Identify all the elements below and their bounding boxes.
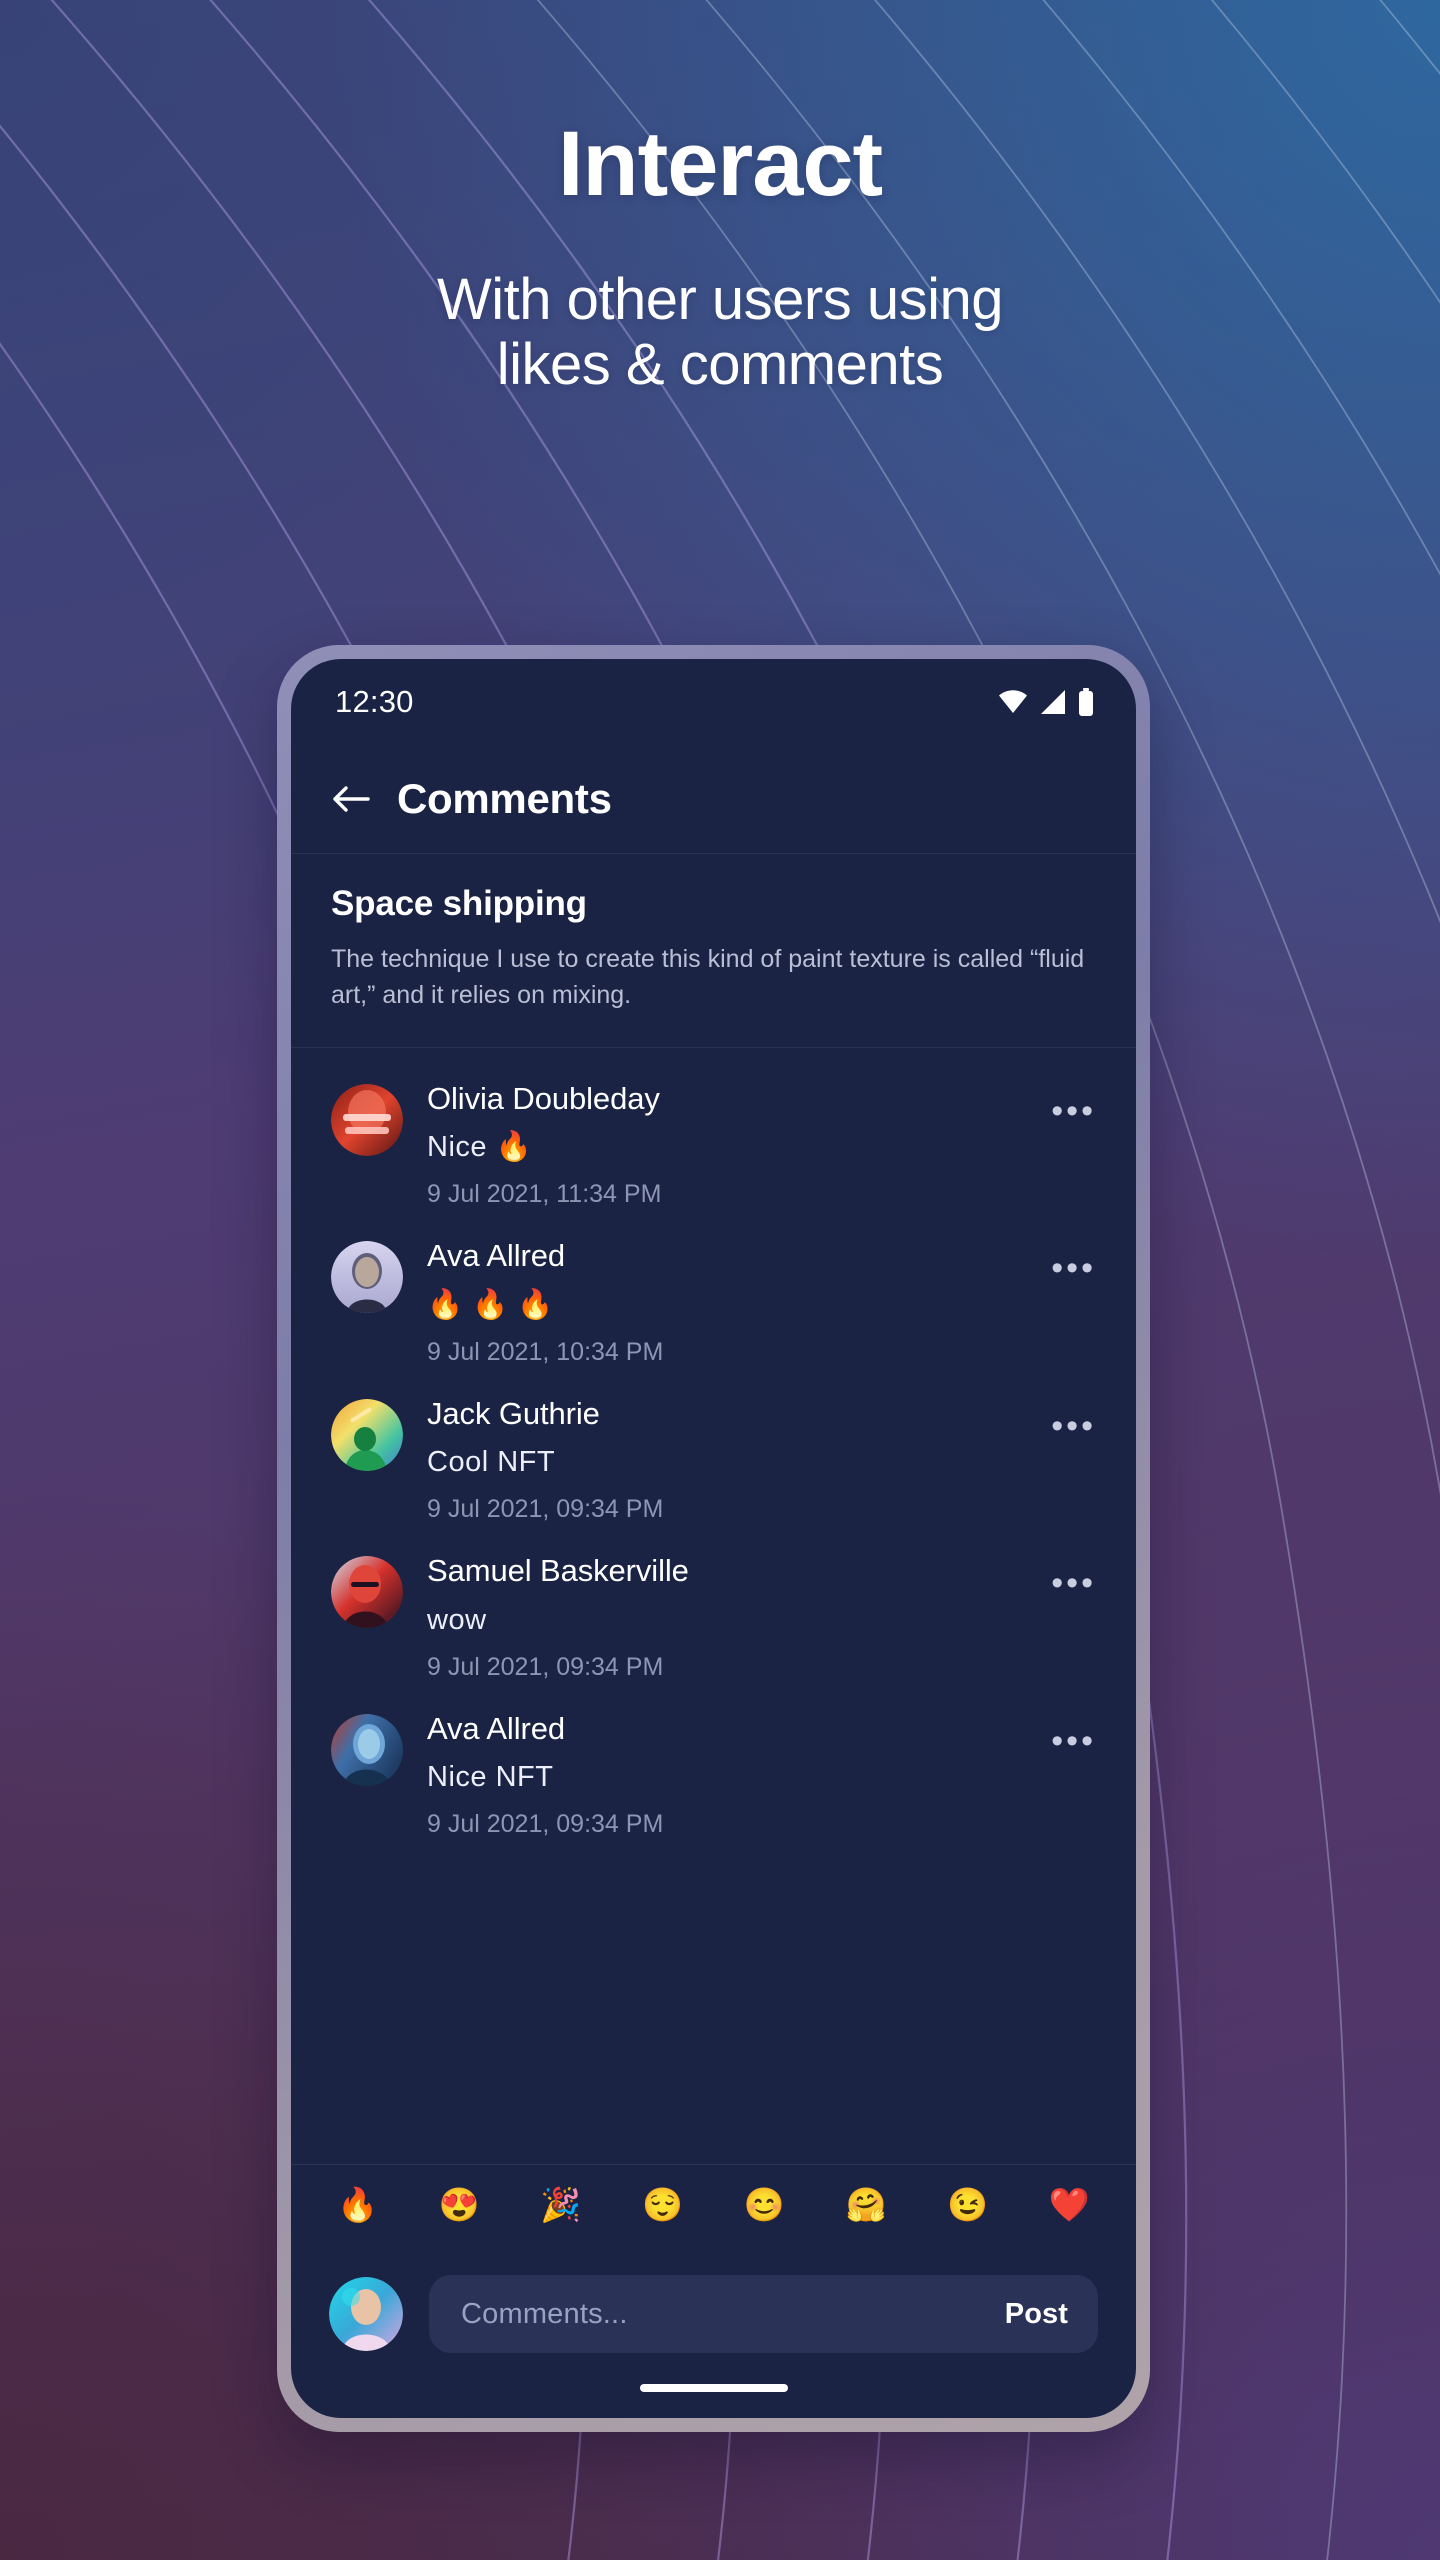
arrow-left-icon[interactable]	[331, 782, 371, 816]
phone-mockup: 12:30 Comments Space shipping The techni…	[277, 645, 1150, 2432]
comment-text: Nice NFT	[427, 1760, 554, 1793]
signal-icon	[1041, 690, 1065, 714]
comment-row[interactable]: Olivia Doubleday Nice 🔥 9 Jul 2021, 11:3…	[291, 1066, 1136, 1223]
comment-row[interactable]: Jack Guthrie Cool NFT 9 Jul 2021, 09:34 …	[291, 1381, 1136, 1538]
comment-input[interactable]: Comments... Post	[429, 2275, 1098, 2353]
status-bar: 12:30	[291, 659, 1136, 745]
wifi-icon	[999, 690, 1027, 713]
more-options-icon[interactable]: •••	[1051, 1409, 1096, 1443]
avatar[interactable]	[331, 1241, 403, 1314]
home-indicator	[291, 2384, 1136, 2418]
comment-body: Ava Allred 🔥 🔥 🔥 9 Jul 2021, 10:34 PM	[427, 1237, 1027, 1366]
comment-composer: Comments... Post	[291, 2244, 1136, 2384]
hero-text-block: Interact With other users using likes & …	[0, 118, 1440, 398]
emoji-relieved[interactable]: 😌	[642, 2188, 683, 2221]
post-title: Space shipping	[331, 884, 587, 923]
phone-screen: 12:30 Comments Space shipping The techni…	[291, 659, 1136, 2418]
battery-icon	[1079, 688, 1093, 716]
avatar[interactable]	[331, 1713, 403, 1786]
page-subtitle: With other users using likes & comments	[0, 267, 1440, 398]
emoji-heart-eyes[interactable]: 😍	[439, 2188, 480, 2221]
comments-list[interactable]: Olivia Doubleday Nice 🔥 9 Jul 2021, 11:3…	[291, 1048, 1136, 2164]
emoji-smile[interactable]: 😊	[744, 2188, 785, 2221]
comment-body: Jack Guthrie Cool NFT 9 Jul 2021, 09:34 …	[427, 1395, 1027, 1524]
comment-author: Jack Guthrie	[427, 1395, 600, 1431]
status-bar-clock: 12:30	[335, 684, 414, 719]
post-description: The technique I use to create this kind …	[331, 945, 1085, 1009]
comment-row[interactable]: Ava Allred 🔥 🔥 🔥 9 Jul 2021, 10:34 PM ••…	[291, 1223, 1136, 1380]
more-options-icon[interactable]: •••	[1051, 1251, 1096, 1285]
comment-row[interactable]: Samuel Baskerville wow 9 Jul 2021, 09:34…	[291, 1538, 1136, 1695]
comment-timestamp: 9 Jul 2021, 10:34 PM	[427, 1337, 664, 1366]
comment-body: Ava Allred Nice NFT 9 Jul 2021, 09:34 PM	[427, 1710, 1027, 1839]
emoji-quick-bar[interactable]: 🔥 😍 🎉 😌 😊 🤗 😉 ❤️	[291, 2164, 1136, 2244]
comment-author: Samuel Baskerville	[427, 1553, 689, 1589]
comment-timestamp: 9 Jul 2021, 11:34 PM	[427, 1180, 662, 1209]
comment-input-placeholder: Comments...	[461, 2297, 628, 2330]
post-button[interactable]: Post	[1005, 2298, 1068, 2331]
comment-timestamp: 9 Jul 2021, 09:34 PM	[427, 1495, 664, 1524]
app-bar-title: Comments	[397, 775, 612, 822]
comment-text: Nice 🔥	[427, 1131, 533, 1164]
post-summary: Space shipping The technique I use to cr…	[291, 853, 1136, 1048]
comment-body: Olivia Doubleday Nice 🔥 9 Jul 2021, 11:3…	[427, 1080, 1027, 1209]
emoji-hugging[interactable]: 🤗	[845, 2188, 886, 2221]
avatar-current-user[interactable]	[329, 2277, 403, 2351]
page-title: Interact	[557, 113, 883, 215]
emoji-fire[interactable]: 🔥	[337, 2188, 378, 2221]
avatar[interactable]	[331, 1556, 403, 1629]
comment-text: 🔥 🔥 🔥	[427, 1288, 554, 1321]
comment-text: Cool NFT	[427, 1446, 556, 1479]
comment-text: wow	[427, 1603, 487, 1636]
home-indicator-bar	[639, 2384, 788, 2392]
emoji-wink[interactable]: 😉	[947, 2188, 988, 2221]
avatar[interactable]	[331, 1398, 403, 1471]
more-options-icon[interactable]: •••	[1051, 1724, 1096, 1758]
comment-author: Ava Allred	[427, 1238, 566, 1274]
comment-timestamp: 9 Jul 2021, 09:34 PM	[427, 1810, 664, 1839]
page-subtitle-line-2: likes & comments	[496, 331, 944, 397]
comment-author: Ava Allred	[427, 1710, 566, 1746]
app-bar: Comments	[291, 745, 1136, 853]
comment-timestamp: 9 Jul 2021, 09:34 PM	[427, 1652, 664, 1681]
page-subtitle-line-1: With other users using	[436, 267, 1004, 332]
poster-stage: Interact With other users using likes & …	[0, 0, 1440, 2560]
status-bar-icons	[998, 688, 1094, 716]
emoji-party-popper[interactable]: 🎉	[540, 2188, 581, 2221]
comment-body: Samuel Baskerville wow 9 Jul 2021, 09:34…	[427, 1552, 1027, 1681]
more-options-icon[interactable]: •••	[1051, 1094, 1096, 1128]
comment-author: Olivia Doubleday	[427, 1081, 660, 1116]
more-options-icon[interactable]: •••	[1051, 1566, 1096, 1600]
comment-row[interactable]: Ava Allred Nice NFT 9 Jul 2021, 09:34 PM…	[291, 1696, 1136, 1853]
emoji-red-heart[interactable]: ❤️	[1049, 2188, 1090, 2221]
avatar[interactable]	[331, 1084, 403, 1156]
